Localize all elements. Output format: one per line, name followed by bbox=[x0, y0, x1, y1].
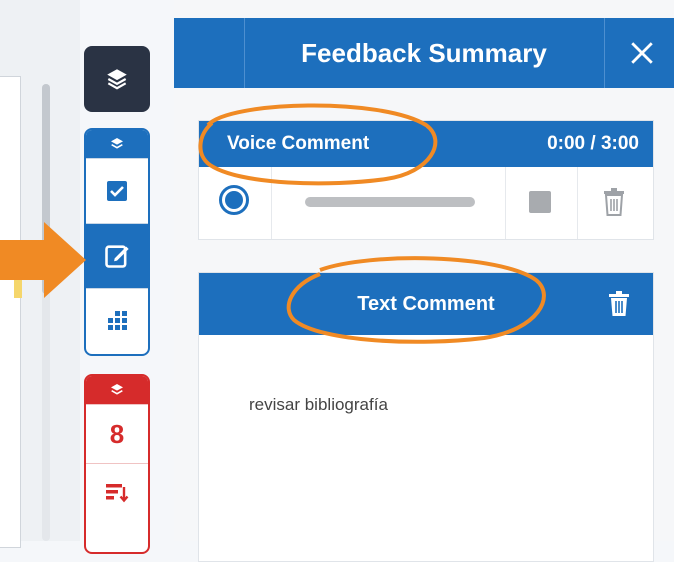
tool-rail: 8 bbox=[84, 0, 152, 554]
sort-tool-button[interactable] bbox=[86, 463, 148, 522]
panel-header: Feedback Summary bbox=[174, 18, 674, 88]
checkbox-tool-button[interactable] bbox=[86, 158, 148, 223]
voice-comment-header: Voice Comment 0:00 / 3:00 bbox=[199, 121, 653, 167]
comment-tool-button[interactable] bbox=[86, 223, 148, 288]
divider bbox=[271, 167, 272, 239]
count-badge[interactable]: 8 bbox=[86, 404, 148, 463]
delete-voice-button[interactable] bbox=[603, 187, 625, 222]
document-page bbox=[0, 76, 21, 548]
group-header[interactable] bbox=[86, 130, 148, 158]
audio-progress-bar[interactable] bbox=[305, 197, 475, 207]
layers-icon bbox=[111, 384, 123, 395]
pointer-arrow-annotation bbox=[0, 222, 86, 298]
feedback-summary-panel: Feedback Summary Voice Comment 0:00 / 3:… bbox=[174, 0, 674, 562]
voice-comment-time: 0:00 / 3:00 bbox=[547, 133, 639, 154]
trash-icon bbox=[609, 291, 629, 316]
text-comment-body[interactable]: revisar bibliografía bbox=[249, 395, 388, 415]
score-tool-group: 8 bbox=[84, 374, 150, 554]
panel-title: Feedback Summary bbox=[301, 38, 547, 68]
layers-icon bbox=[111, 138, 123, 149]
layers-button[interactable] bbox=[84, 46, 150, 112]
voice-comment-card: Voice Comment 0:00 / 3:00 bbox=[198, 120, 654, 240]
close-button[interactable] bbox=[610, 18, 674, 88]
voice-comment-title: Voice Comment bbox=[227, 133, 370, 154]
record-button[interactable] bbox=[219, 185, 249, 215]
sort-icon bbox=[106, 484, 129, 503]
group-header[interactable] bbox=[86, 376, 148, 404]
header-divider bbox=[244, 18, 245, 88]
checkbox-icon bbox=[107, 181, 127, 201]
text-comment-header: Text Comment bbox=[199, 273, 653, 335]
text-comment-title: Text Comment bbox=[357, 293, 495, 315]
delete-text-button[interactable] bbox=[609, 291, 629, 322]
record-icon bbox=[225, 191, 243, 209]
stop-button[interactable] bbox=[529, 191, 551, 213]
header-divider bbox=[604, 18, 605, 88]
close-icon bbox=[631, 42, 653, 64]
feedback-tool-group bbox=[84, 128, 150, 356]
grid-tool-button[interactable] bbox=[86, 288, 148, 353]
edit-icon bbox=[105, 245, 129, 268]
voice-controls bbox=[199, 167, 653, 241]
text-comment-card: Text Comment revisar bibliografía bbox=[198, 272, 654, 562]
trash-icon bbox=[604, 188, 624, 216]
grid-icon bbox=[108, 311, 127, 330]
divider bbox=[505, 167, 506, 239]
divider bbox=[577, 167, 578, 239]
layers-icon bbox=[107, 69, 127, 90]
